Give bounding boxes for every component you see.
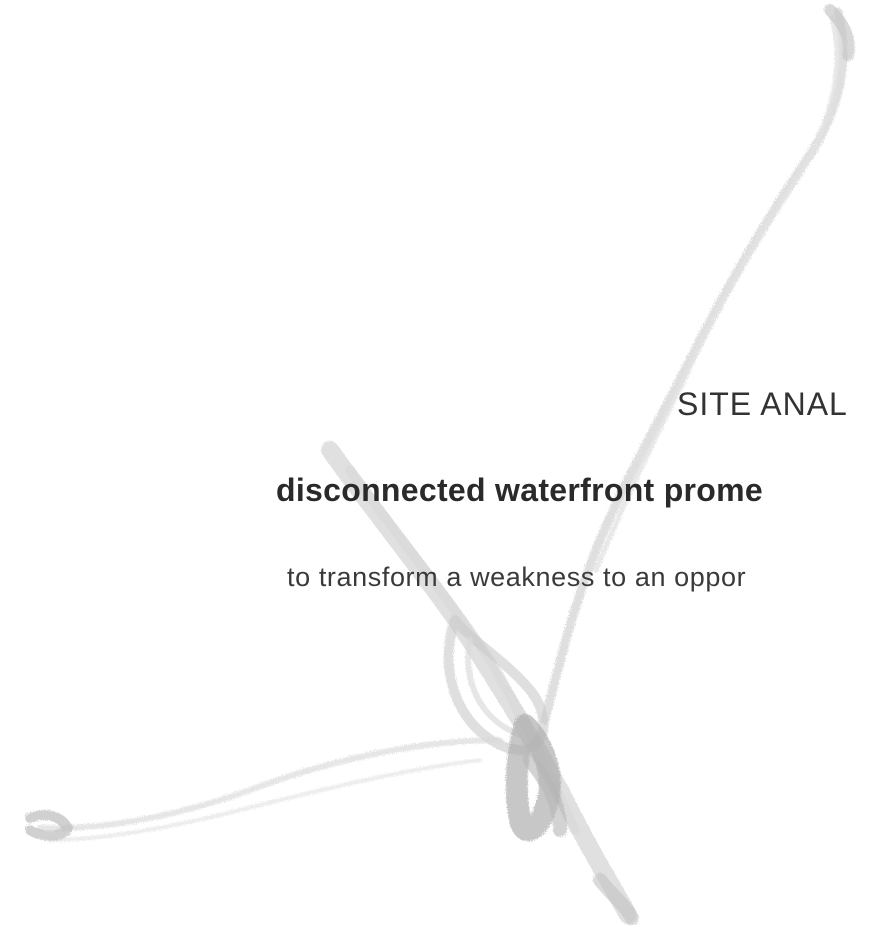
slide-subheading: disconnected waterfront prome bbox=[276, 472, 763, 508]
slide-body-text: to transform a weakness to an oppor bbox=[287, 562, 747, 592]
slide-canvas: SITE ANAL disconnected waterfront prome … bbox=[0, 0, 874, 928]
slide-text-block: SITE ANAL disconnected waterfront prome … bbox=[0, 0, 874, 928]
slide-heading: SITE ANAL bbox=[677, 386, 848, 422]
